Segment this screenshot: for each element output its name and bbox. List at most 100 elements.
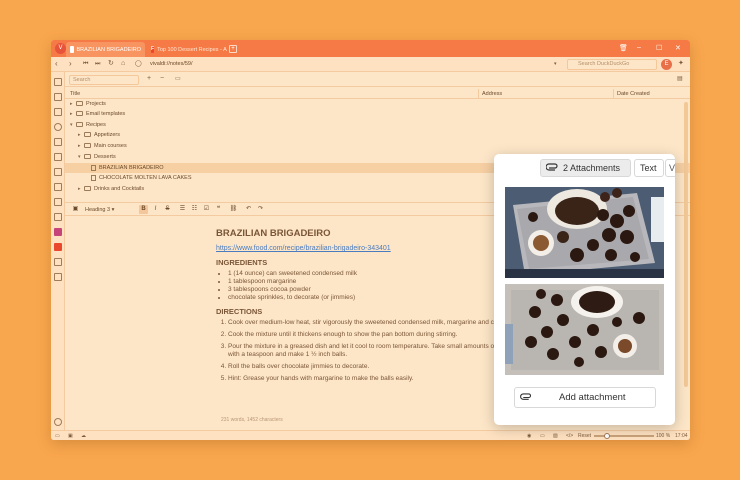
notes-icon[interactable] — [54, 138, 62, 146]
back-icon[interactable]: ‹ — [55, 59, 58, 69]
translate-icon[interactable] — [54, 168, 62, 176]
extensions-icon[interactable]: ✦ — [678, 59, 684, 69]
text-tab[interactable]: Text — [634, 159, 664, 177]
italic-button[interactable]: I — [151, 205, 160, 214]
tree-folder-recipes[interactable]: ▾ Recipes — [65, 120, 690, 130]
add-note-icon[interactable]: + — [147, 75, 151, 82]
search-field[interactable]: Search DuckDuckGo — [567, 59, 657, 70]
column-title[interactable]: Title — [70, 89, 80, 99]
tiling-icon[interactable]: ▭ — [540, 431, 545, 440]
vivaldi-menu-icon[interactable]: V — [55, 43, 66, 54]
zoom-slider[interactable] — [594, 435, 654, 437]
minimize-icon[interactable]: – — [637, 44, 641, 51]
wikipedia-icon[interactable] — [54, 258, 62, 266]
reading-list-icon[interactable] — [54, 93, 62, 101]
capture-icon[interactable]: ◉ — [527, 431, 531, 440]
attachments-tab-label: 2 Attachments — [563, 163, 621, 173]
code-icon[interactable]: </> — [566, 431, 573, 440]
downloads-icon[interactable] — [54, 108, 62, 116]
add-panel-icon[interactable] — [54, 273, 62, 281]
tab-label: Top 100 Dessert Recipes - A — [157, 46, 227, 53]
clock: 17:04 — [675, 433, 688, 439]
maximize-icon[interactable]: ☐ — [656, 44, 662, 52]
mail-icon[interactable] — [54, 183, 62, 191]
forward-icon[interactable]: › — [69, 59, 72, 69]
bold-button[interactable]: B — [139, 205, 148, 214]
vivaldi-social-icon[interactable] — [54, 243, 62, 251]
zoom-slider-handle[interactable] — [604, 433, 610, 439]
undo-icon[interactable]: ↶ — [244, 205, 253, 214]
rewind-icon[interactable]: ⏮ — [83, 59, 88, 69]
cloud-sync-icon[interactable]: ☁ — [81, 431, 86, 440]
delete-note-icon[interactable]: − — [160, 75, 164, 82]
close-icon[interactable]: ✕ — [675, 44, 681, 52]
shield-icon[interactable]: ◯ — [135, 59, 142, 69]
status-bar: ▭ ▣ ☁ ◉ ▭ ▨ </> Reset 100 % 17:04 — [51, 430, 690, 440]
food-favicon-icon: F — [151, 46, 155, 53]
avatar[interactable]: E — [661, 59, 672, 70]
ingredients-heading: INGREDIENTS — [216, 258, 268, 267]
address-bar: ‹ › ⏮ ⏭ ↻ ⌂ ◯ vivaldi://notes/59/ ▾ Sear… — [51, 57, 690, 72]
toggle-panel-icon[interactable]: ▣ — [71, 205, 80, 214]
checklist-icon[interactable]: ☑ — [202, 205, 211, 214]
panel-toggle-icon[interactable]: ▭ — [55, 431, 60, 440]
home-icon[interactable]: ⌂ — [121, 59, 125, 69]
add-attachment-label: Add attachment — [559, 392, 626, 403]
new-folder-icon[interactable]: ▭ — [175, 75, 181, 82]
tab-bar: V BRAZILIAN BRIGADEIRO F Top 100 Dessert… — [51, 40, 690, 57]
heading-select[interactable]: Heading 3 ▾ — [85, 205, 129, 215]
attachment-image-1[interactable] — [505, 187, 664, 278]
link-icon[interactable]: ⛓ — [229, 205, 238, 214]
url-field[interactable]: vivaldi://notes/59/ — [150, 59, 560, 70]
chevron-down-icon[interactable]: ▾ — [554, 59, 557, 69]
images-icon[interactable]: ▨ — [553, 431, 558, 440]
quote-icon[interactable]: ❝ — [214, 205, 223, 214]
note-title: BRAZILIAN BRIGADEIRO — [216, 228, 331, 239]
notes-search-input[interactable]: Search — [69, 75, 139, 85]
column-date-created[interactable]: Date Created — [613, 89, 650, 99]
bullet-list-icon[interactable]: ☰ — [178, 205, 187, 214]
redo-icon[interactable]: ↷ — [256, 205, 265, 214]
scrollbar[interactable] — [684, 102, 688, 387]
note-editor[interactable]: BRAZILIAN BRIGADEIRO https://www.food.co… — [216, 228, 541, 387]
zoom-level: 100 % — [656, 433, 671, 439]
window-panel-icon[interactable] — [54, 153, 62, 161]
attachments-tab[interactable]: 2 Attachments — [540, 159, 631, 177]
tree-folder-main-courses[interactable]: ▸ Main courses — [65, 141, 690, 151]
column-address[interactable]: Address — [478, 89, 502, 99]
tasks-icon[interactable] — [54, 213, 62, 221]
paperclip-icon — [520, 393, 532, 400]
paperclip-icon — [546, 163, 558, 171]
brigadeiro-photo-1 — [505, 187, 664, 278]
tab-label: BRAZILIAN BRIGADEIRO — [76, 46, 142, 53]
panel-toggle-icon[interactable]: ▤ — [677, 75, 683, 82]
mastodon-icon[interactable] — [54, 228, 62, 236]
side-panel-bar — [51, 72, 65, 430]
new-tab-button[interactable]: + — [229, 45, 237, 53]
trash-icon[interactable]: 🗑 — [619, 44, 628, 52]
tab-inactive[interactable]: F Top 100 Dessert Recipes - A — [147, 42, 227, 57]
history-icon[interactable] — [54, 123, 62, 131]
notes-toolbar: Search + − ▭ ▤ — [65, 72, 690, 87]
numbered-list-icon[interactable]: ☷ — [190, 205, 199, 214]
settings-gear-icon[interactable] — [54, 418, 62, 426]
notes-column-header: Title Address Date Created — [65, 89, 690, 99]
tab-active[interactable]: BRAZILIAN BRIGADEIRO — [66, 42, 145, 57]
tree-folder-email-templates[interactable]: ▸ Email templates — [65, 109, 690, 119]
window-icon[interactable]: ▣ — [68, 431, 73, 440]
tree-folder-appetizers[interactable]: ▸ Appetizers — [65, 130, 690, 140]
attachment-image-2[interactable] — [505, 284, 664, 375]
reload-icon[interactable]: ↻ — [108, 59, 114, 69]
calendar-icon[interactable] — [54, 198, 62, 206]
reset-zoom-button[interactable]: Reset — [578, 431, 591, 440]
popup-tabs: 2 Attachments Text Vi — [494, 154, 675, 184]
attachments-popup: 2 Attachments Text Vi — [494, 154, 675, 425]
add-attachment-button[interactable]: Add attachment — [514, 387, 656, 408]
word-count: 231 words, 1452 characters — [221, 417, 283, 423]
tree-folder-projects[interactable]: ▸ Projects — [65, 99, 690, 109]
bookmarks-icon[interactable] — [54, 78, 62, 86]
fast-forward-icon[interactable]: ⏭ — [95, 59, 100, 69]
overflow-tab[interactable]: Vi — [665, 159, 675, 177]
recipe-link[interactable]: https://www.food.com/recipe/brazilian-br… — [216, 245, 541, 252]
strikethrough-button[interactable]: S — [163, 205, 172, 214]
